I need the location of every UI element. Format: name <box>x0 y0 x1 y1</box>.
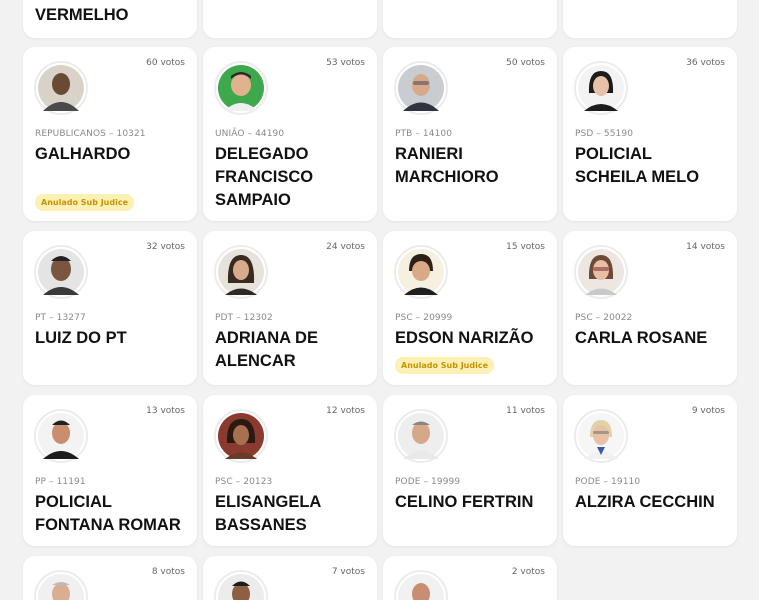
vote-count: 32 votos <box>146 242 185 252</box>
person-photo-icon <box>38 574 84 600</box>
candidate-card-partial[interactable] <box>563 0 737 38</box>
avatar <box>34 409 88 463</box>
party-number: UNIÃO – 44190 <box>215 129 285 139</box>
candidate-name: CARLA ROSANE <box>575 329 708 347</box>
person-photo-icon <box>218 65 264 111</box>
candidate-name: POLICIAL SCHEILA MELO <box>575 145 700 186</box>
candidate-card[interactable]: 12 votos PSC – 20123 ELISANGELA BASSANES <box>203 395 377 546</box>
person-photo-icon <box>398 574 444 600</box>
candidate-card[interactable]: 14 votos PSC – 20022 CARLA ROSANE <box>563 231 737 385</box>
person-photo-icon <box>218 249 264 295</box>
vote-count: 2 votos <box>511 567 545 577</box>
candidate-card[interactable]: 50 votos PTB – 14100 RANIERI MARCHIORO <box>383 47 557 221</box>
candidate-card[interactable]: 2 votos <box>383 556 557 600</box>
party-number: PSC – 20999 <box>395 313 453 323</box>
party-number: PSD – 55190 <box>575 129 634 139</box>
party-number: PSC – 20022 <box>575 313 633 323</box>
candidate-card[interactable]: 60 votos REPUBLICANOS – 10321 GALHARDO A… <box>23 47 197 221</box>
avatar <box>394 61 448 115</box>
vote-count: 12 votos <box>326 406 365 416</box>
candidate-name: VERMELHO <box>35 6 129 24</box>
party-number: PODE – 19999 <box>395 477 461 487</box>
candidate-card[interactable]: 8 votos <box>23 556 197 600</box>
person-photo-icon <box>218 574 264 600</box>
candidate-name: EDSON NARIZÃO <box>395 329 534 347</box>
person-photo-icon <box>578 249 624 295</box>
candidate-card[interactable]: 11 votos PODE – 19999 CELINO FERTRIN <box>383 395 557 546</box>
party-number: PP – 11191 <box>35 477 86 487</box>
candidate-name: CELINO FERTRIN <box>395 493 534 511</box>
candidate-card[interactable]: 36 votos PSD – 55190 POLICIAL SCHEILA ME… <box>563 47 737 221</box>
candidate-name: RANIERI MARCHIORO <box>395 145 499 186</box>
person-photo-icon <box>398 413 444 459</box>
person-photo-icon <box>578 413 624 459</box>
candidate-card[interactable]: 13 votos PP – 11191 POLICIAL FONTANA ROM… <box>23 395 197 546</box>
avatar <box>214 61 268 115</box>
avatar <box>34 245 88 299</box>
party-number: PSC – 20123 <box>215 477 273 487</box>
vote-count: 50 votos <box>506 58 545 68</box>
person-photo-icon <box>398 249 444 295</box>
candidate-card-partial[interactable] <box>203 0 377 38</box>
person-photo-icon <box>398 65 444 111</box>
avatar <box>574 409 628 463</box>
vote-count: 11 votos <box>506 406 545 416</box>
candidate-card[interactable]: 15 votos PSC – 20999 EDSON NARIZÃO Anula… <box>383 231 557 385</box>
vote-count: 15 votos <box>506 242 545 252</box>
avatar <box>574 245 628 299</box>
status-badge: Anulado Sub Judice <box>35 194 135 211</box>
status-badge: Anulado Sub Judice <box>395 357 495 374</box>
vote-count: 24 votos <box>326 242 365 252</box>
candidate-name: ALZIRA CECCHIN <box>575 493 715 511</box>
candidate-card[interactable]: 9 votos PODE – 19110 ALZIRA CECCHIN <box>563 395 737 546</box>
person-photo-icon <box>38 249 84 295</box>
candidate-name: POLICIAL FONTANA ROMAR <box>35 493 181 534</box>
candidate-name: LUIZ DO PT <box>35 329 127 347</box>
vote-count: 53 votos <box>326 58 365 68</box>
party-number: PTB – 14100 <box>395 129 453 139</box>
avatar <box>214 570 268 600</box>
avatar <box>394 245 448 299</box>
candidate-card-partial[interactable]: VERMELHO <box>23 0 197 38</box>
vote-count: 13 votos <box>146 406 185 416</box>
party-number: PT – 13277 <box>35 313 86 323</box>
avatar <box>34 61 88 115</box>
avatar <box>34 570 88 600</box>
avatar <box>214 409 268 463</box>
vote-count: 7 votos <box>331 567 365 577</box>
party-number: REPUBLICANOS – 10321 <box>35 129 146 139</box>
avatar <box>214 245 268 299</box>
vote-count: 14 votos <box>686 242 725 252</box>
candidate-name: ADRIANA DE ALENCAR <box>215 329 318 370</box>
candidate-card[interactable]: 32 votos PT – 13277 LUIZ DO PT <box>23 231 197 385</box>
party-number: PODE – 19110 <box>575 477 641 487</box>
person-photo-icon <box>38 413 84 459</box>
vote-count: 9 votos <box>691 406 725 416</box>
candidate-card-partial[interactable] <box>383 0 557 38</box>
avatar <box>574 61 628 115</box>
vote-count: 60 votos <box>146 58 185 68</box>
avatar <box>394 409 448 463</box>
vote-count: 36 votos <box>686 58 725 68</box>
candidate-name: ELISANGELA BASSANES <box>215 493 321 534</box>
candidate-name: GALHARDO <box>35 145 131 163</box>
person-photo-icon <box>578 65 624 111</box>
avatar <box>394 570 448 600</box>
person-photo-icon <box>218 413 264 459</box>
vote-count: 8 votos <box>151 567 185 577</box>
candidate-card[interactable]: 24 votos PDT – 12302 ADRIANA DE ALENCAR <box>203 231 377 385</box>
candidate-name: DELEGADO FRANCISCO SAMPAIO <box>215 145 314 209</box>
candidate-card[interactable]: 7 votos <box>203 556 377 600</box>
person-photo-icon <box>38 65 84 111</box>
candidate-card[interactable]: 53 votos UNIÃO – 44190 DELEGADO FRANCISC… <box>203 47 377 221</box>
party-number: PDT – 12302 <box>215 313 273 323</box>
